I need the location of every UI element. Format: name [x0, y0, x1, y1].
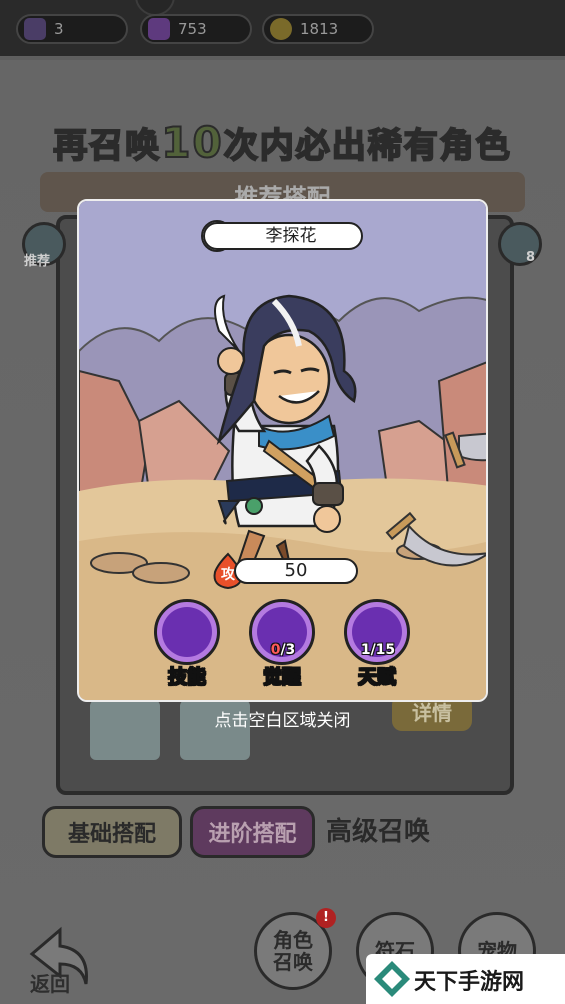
talent-count: 1/15 [348, 642, 408, 658]
skill-button[interactable] [154, 599, 220, 665]
awaken-count-current: 0 [270, 642, 281, 658]
resource-gem-value: 753 [178, 20, 207, 38]
side-tab-right[interactable] [498, 222, 542, 266]
resource-gold-value: 1813 [300, 20, 339, 38]
watermark-text: 天下手游网 [414, 970, 525, 995]
resource-bar: 3 753 1813 [0, 0, 565, 56]
tab-advanced-setup[interactable]: 进阶搭配 [190, 806, 315, 858]
resource-shard-value: 3 [54, 20, 64, 38]
notification-badge: ! [316, 908, 336, 928]
resource-gem: 753 [140, 14, 252, 44]
character-name: 李探花 [203, 222, 363, 250]
role-summon-label: 角色召唤 [273, 928, 313, 974]
shard-icon [24, 18, 46, 40]
awaken-count-total: /3 [280, 642, 296, 658]
talent-count-current: 1 [360, 642, 371, 658]
side-tab-left-label: 推荐 [24, 254, 51, 269]
close-hint[interactable]: 点击空白区域关闭 [0, 706, 565, 731]
talent-count-total: /15 [370, 642, 396, 658]
attack-value: 50 [234, 558, 358, 584]
gold-coin-icon [270, 18, 292, 40]
summon-banner: 再召唤10次内必出稀有角色 [0, 117, 565, 168]
banner-num: 10 [160, 117, 224, 168]
side-tab-right-label: 8 [526, 250, 536, 265]
gem-icon [148, 18, 170, 40]
banner-pre: 再召唤 [52, 125, 162, 167]
character-detail-modal: 李探花 攻 50 0/3 1/15 技能 觉醒 天赋 [77, 199, 488, 702]
skill-icon [162, 607, 212, 657]
watermark-logo-icon [374, 961, 410, 997]
awaken-label: 觉醒 [262, 666, 301, 689]
watermark: 天下手游网 [366, 954, 565, 1004]
resource-gold: 1813 [262, 14, 374, 44]
tab-basic-setup[interactable]: 基础搭配 [42, 806, 182, 858]
back-label: 返回 [30, 972, 70, 996]
awaken-count: 0/3 [253, 642, 313, 658]
banner-post: 次内必出稀有角色 [223, 125, 512, 167]
skill-label: 技能 [167, 666, 206, 689]
resource-shard: 3 [16, 14, 128, 44]
tab-high-summon[interactable]: 高级召唤 [298, 806, 458, 858]
talent-label: 天赋 [357, 666, 396, 689]
